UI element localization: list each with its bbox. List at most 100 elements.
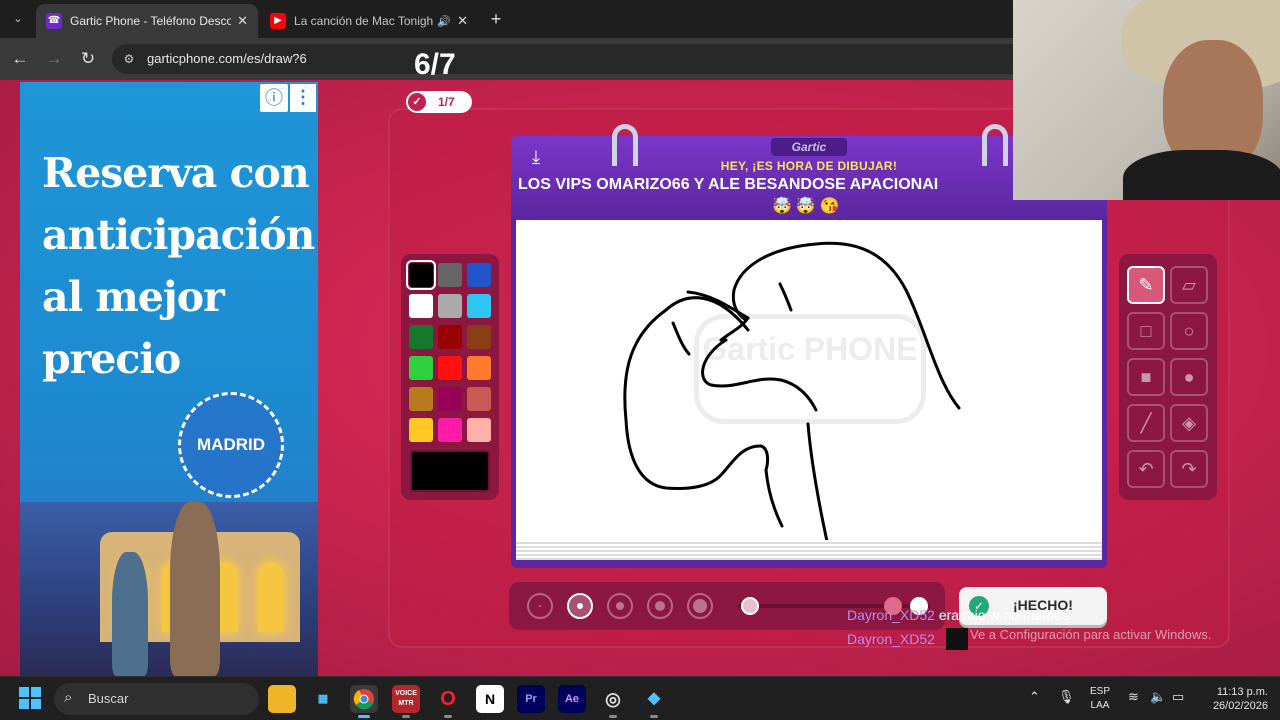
obs-icon[interactable]: ◎: [599, 685, 627, 718]
color-swatch[interactable]: [438, 418, 462, 442]
tray-chevron-icon[interactable]: ⌃: [1029, 689, 1040, 705]
brush-size-4[interactable]: [647, 593, 673, 619]
chat-message: Dayron_XD52 era mio w no mames: [847, 607, 1069, 623]
language-code: ESP: [1090, 686, 1111, 697]
system-clock[interactable]: 11:13 p.m. 26/02/2026: [1196, 685, 1268, 713]
tab-gartic-phone[interactable]: ☎ Gartic Phone - Teléfono Descon ✕: [36, 4, 258, 38]
color-swatch[interactable]: [438, 356, 462, 380]
color-swatch[interactable]: [467, 418, 491, 442]
line-icon[interactable]: ╱: [1127, 404, 1165, 442]
file-explorer-icon[interactable]: [268, 685, 296, 713]
circle-outline-icon[interactable]: ○: [1170, 312, 1208, 350]
webcam-overlay: [1013, 0, 1280, 200]
round-pill-text: 1/7: [438, 95, 455, 109]
close-tab-icon[interactable]: ✕: [237, 13, 248, 29]
microsoft-store-icon[interactable]: ▦: [309, 685, 337, 713]
ad-info-icon[interactable]: ⓘ: [260, 84, 288, 112]
circle-fill-icon[interactable]: ●: [1170, 358, 1208, 396]
brush-size-2[interactable]: [567, 593, 593, 619]
advertisement-banner[interactable]: ⓘ ⋮ Reserva con anticipación al mejor pr…: [20, 82, 318, 676]
redo-icon[interactable]: ↷: [1170, 450, 1208, 488]
brush-size-5[interactable]: [687, 593, 713, 619]
check-icon: ✓: [408, 93, 426, 111]
color-swatch[interactable]: [409, 294, 433, 318]
brush-size-3[interactable]: [607, 593, 633, 619]
draw-prompt: LOS VIPS OMARIZO66 Y ALE BESANDOSE APACI…: [518, 176, 939, 193]
drawing-stroke: [701, 338, 818, 412]
windows-taskbar: ⌕ Buscar ▦ VOICE MTR O N Pr Ae ◎ ◆ ⌃ 🎙 ES…: [0, 676, 1280, 720]
chat-username: Dayron_XD52: [847, 631, 935, 647]
drawing-stroke: [719, 316, 750, 342]
color-swatch[interactable]: [467, 387, 491, 411]
notion-icon[interactable]: N: [476, 685, 504, 713]
color-swatch[interactable]: [409, 356, 433, 380]
after-effects-icon[interactable]: Ae: [558, 685, 586, 713]
color-swatch[interactable]: [438, 387, 462, 411]
square-outline-icon[interactable]: □: [1127, 312, 1165, 350]
clock-time: 11:13 p.m.: [1216, 686, 1268, 698]
taskbar-search[interactable]: ⌕ Buscar: [54, 683, 259, 715]
audio-playing-icon[interactable]: 🔊: [437, 15, 451, 28]
forward-button[interactable]: →: [42, 47, 66, 71]
back-button[interactable]: ←: [8, 47, 32, 71]
color-swatch[interactable]: [438, 325, 462, 349]
color-swatch[interactable]: [438, 263, 462, 287]
site-info-icon[interactable]: ⚙: [120, 50, 138, 68]
round-counter: 6/7: [414, 48, 456, 81]
pencil-icon[interactable]: ✎: [1127, 266, 1165, 304]
ad-child-figure: [112, 552, 148, 676]
tab-title: La canción de Mac Tonight/: [294, 14, 434, 28]
battery-icon[interactable]: ▭: [1172, 689, 1184, 705]
webcam-shirt: [1123, 150, 1280, 200]
close-tab-icon[interactable]: ✕: [457, 13, 468, 29]
eraser-icon[interactable]: ▱: [1170, 266, 1208, 304]
color-swatch[interactable]: [438, 294, 462, 318]
premiere-icon[interactable]: Pr: [517, 685, 545, 713]
windows-start-icon[interactable]: [19, 687, 41, 709]
color-swatch[interactable]: [467, 325, 491, 349]
wifi-icon[interactable]: ≋: [1128, 689, 1139, 705]
ad-menu-icon[interactable]: ⋮: [290, 84, 316, 112]
undo-icon[interactable]: ↶: [1127, 450, 1165, 488]
color-swatch[interactable]: [409, 387, 433, 411]
voicemeeter-icon[interactable]: VOICE MTR: [392, 685, 420, 718]
windows-activation-watermark: Ve a Configuración para activar Windows.: [970, 627, 1212, 642]
drawing-stroke: [806, 422, 829, 540]
clock-date: 26/02/2026: [1212, 700, 1268, 712]
drawing-stroke: [764, 468, 784, 528]
color-swatch[interactable]: [409, 325, 433, 349]
tab-search-menu-button[interactable]: ⌄: [6, 7, 30, 31]
round-progress-pill: ✓ 1/7: [406, 91, 472, 113]
url-text[interactable]: garticphone.com/es/draw?6: [147, 51, 307, 66]
chat-text: era mio w no mames: [938, 607, 1069, 623]
new-tab-button[interactable]: +: [484, 8, 508, 32]
app-diamond-icon[interactable]: ◆: [640, 685, 668, 718]
opera-icon[interactable]: O: [434, 685, 462, 718]
chat-emote-box: [946, 628, 968, 650]
square-fill-icon[interactable]: ■: [1127, 358, 1165, 396]
address-bar[interactable]: ⚙ garticphone.com/es/draw?6: [112, 44, 1112, 74]
ad-headline: Reserva con anticipación al mejor precio: [42, 149, 315, 383]
tab-youtube[interactable]: ▶ La canción de Mac Tonight/ 🔊 ✕: [260, 4, 478, 38]
drawing-stroke: [778, 282, 793, 312]
gartic-brand-tag: Gartic: [771, 138, 847, 156]
color-palette: [401, 254, 499, 500]
reload-button[interactable]: ↻: [76, 47, 100, 71]
opacity-slider-thumb[interactable]: [741, 597, 759, 615]
ad-woman-figure: [170, 502, 220, 676]
color-swatch[interactable]: [467, 356, 491, 380]
input-language[interactable]: ESP LAA: [1090, 685, 1110, 713]
fill-bucket-icon[interactable]: ◈: [1170, 404, 1208, 442]
color-swatch[interactable]: [409, 418, 433, 442]
microphone-icon[interactable]: 🎙: [1058, 689, 1075, 705]
brush-size-1[interactable]: [527, 593, 553, 619]
volume-icon[interactable]: 🔈: [1150, 689, 1166, 705]
color-swatch[interactable]: [467, 294, 491, 318]
chrome-icon[interactable]: [350, 685, 378, 718]
search-icon: ⌕: [64, 689, 73, 706]
user-drawing: [623, 241, 961, 540]
chat-message: Dayron_XD52: [847, 631, 935, 647]
color-swatch[interactable]: [467, 263, 491, 287]
chat-username: Dayron_XD52: [847, 607, 935, 623]
color-swatch[interactable]: [406, 260, 436, 290]
